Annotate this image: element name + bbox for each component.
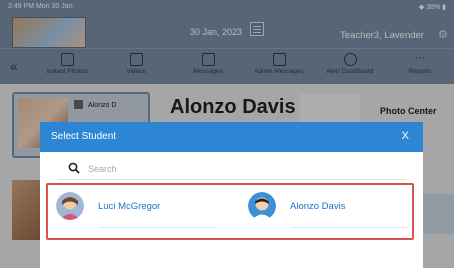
dialog-title: Select Student [51,131,117,142]
close-button[interactable]: X [402,130,409,142]
student-results: Luci McGregor Alonzo Davis [46,183,414,240]
select-student-dialog: Select Student X Luci McGr [40,122,423,268]
student-name: Luci McGregor [98,201,161,212]
search-icon [68,162,80,174]
search-input[interactable] [88,161,388,177]
divider [98,227,216,228]
avatar [248,192,276,220]
student-option[interactable]: Alonzo Davis [248,192,408,228]
student-option[interactable]: Luci McGregor [56,192,216,228]
student-name: Alonzo Davis [290,201,346,212]
app-frame: 2:49 PM Mon 30 Jan ◆ 38% ▮ 30 Jan, 2023 … [0,0,454,268]
avatar [56,192,84,220]
dialog-header: Select Student X [40,122,423,152]
search-bar [58,158,406,180]
divider [290,227,408,228]
